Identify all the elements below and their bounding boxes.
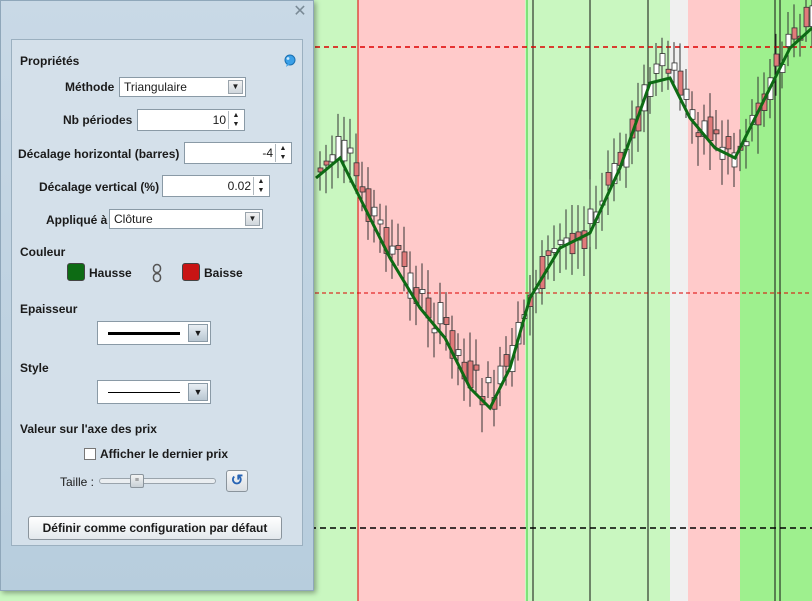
last-price-label: Afficher le dernier prix [100, 447, 229, 461]
candle-body [359, 186, 366, 193]
size-slider[interactable] [99, 478, 216, 484]
candle-body [473, 364, 480, 371]
method-select[interactable]: Triangulaire ▼ [119, 77, 246, 97]
candle-body [389, 245, 396, 255]
candle-body [395, 245, 402, 250]
info-bubble-icon[interactable] [283, 54, 297, 68]
stepper-arrows-icon[interactable]: ▲ ▼ [253, 177, 268, 195]
color-label: Couleur [20, 245, 66, 259]
properties-dialog: ✕ Propriétés Méthode Triangulaire ▼ Nb p… [0, 0, 314, 591]
size-label: Taille : [60, 475, 95, 489]
candle-body [587, 208, 594, 225]
candle-body [695, 132, 702, 138]
h-shift-label: Décalage horizontal (barres) [18, 147, 180, 161]
v-shift-value: 0.02 [227, 179, 251, 193]
candle-body [377, 219, 384, 225]
candle-body [503, 354, 510, 367]
applied-select[interactable]: Clôture ▼ [109, 209, 263, 229]
candle-body [683, 88, 690, 100]
candle-body [791, 27, 798, 40]
chevron-down-icon[interactable]: ▼ [245, 212, 260, 226]
candle-body [353, 162, 360, 177]
up-color-swatch[interactable] [67, 263, 85, 281]
properties-group: Propriétés Méthode Triangulaire ▼ Nb pér… [11, 39, 303, 546]
thickness-label: Epaisseur [20, 302, 78, 316]
candle-body [401, 251, 408, 267]
size-slider-thumb[interactable]: ≡ [129, 474, 144, 488]
zone-band [688, 0, 740, 601]
zone-band [358, 0, 525, 601]
periods-stepper[interactable]: 10 ▲ ▼ [137, 109, 245, 131]
candle-body [545, 250, 552, 256]
chevron-down-icon[interactable]: ▼ [188, 324, 208, 342]
v-shift-stepper[interactable]: 0.02 ▲ ▼ [162, 175, 270, 197]
thickness-select[interactable]: ▼ [97, 321, 211, 345]
stepper-arrows-icon[interactable]: ▲ ▼ [228, 111, 243, 129]
solid-line-preview [108, 392, 180, 393]
up-label: Hausse [89, 266, 132, 280]
candle-body [419, 289, 426, 294]
reset-icon[interactable]: ↺ [226, 470, 248, 492]
candle-body [671, 62, 678, 71]
method-label: Méthode [65, 80, 115, 94]
chevron-down-icon[interactable]: ▼ [188, 383, 208, 401]
style-label: Style [20, 361, 49, 375]
chain-link-icon[interactable] [152, 263, 162, 283]
candle-body [557, 239, 564, 245]
candle-body [659, 53, 666, 67]
candle-body [713, 129, 720, 135]
candle-body [653, 63, 660, 74]
candle-body [347, 147, 354, 154]
candle-body [455, 349, 462, 356]
candle-body [803, 6, 810, 28]
candle-body [725, 136, 732, 150]
candle-body [605, 172, 612, 186]
candle-body [371, 206, 378, 217]
thick-line-preview [108, 332, 180, 335]
candle-body [443, 317, 450, 325]
candle-body [773, 53, 780, 67]
down-label: Baisse [204, 266, 243, 280]
style-select[interactable]: ▼ [97, 380, 211, 404]
candle-body [485, 377, 492, 384]
h-shift-value: -4 [262, 146, 273, 160]
price-axis-label: Valeur sur l'axe des prix [20, 422, 157, 436]
periods-label: Nb périodes [63, 113, 133, 127]
section-title: Propriétés [20, 54, 80, 68]
candle-body [437, 302, 444, 325]
chevron-down-icon[interactable]: ▼ [228, 80, 243, 94]
applied-label: Appliqué à [46, 213, 108, 227]
candle-body [743, 141, 750, 147]
h-shift-stepper[interactable]: -4 ▲ ▼ [184, 142, 292, 164]
v-shift-label: Décalage vertical (%) [39, 180, 160, 194]
down-color-swatch[interactable] [182, 263, 200, 281]
candle-body [677, 70, 684, 96]
candle-body [707, 116, 714, 141]
candle-body [341, 139, 348, 162]
last-price-checkbox[interactable] [84, 448, 96, 460]
set-default-button[interactable]: Définir comme configuration par défaut [28, 516, 282, 540]
periods-value: 10 [212, 113, 226, 127]
candle-body [665, 68, 672, 74]
candle-body [329, 154, 336, 163]
applied-value: Clôture [114, 212, 153, 226]
candle-body [323, 160, 330, 166]
method-value: Triangulaire [124, 80, 187, 94]
candle-body [785, 33, 792, 47]
close-icon[interactable]: ✕ [293, 4, 307, 20]
stepper-arrows-icon[interactable]: ▲ ▼ [275, 144, 290, 162]
